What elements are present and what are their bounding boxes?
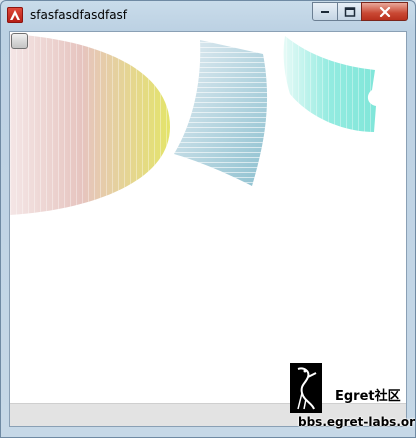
maximize-icon [344, 6, 355, 17]
window-title: sfasfasdfasdfasf [30, 8, 128, 22]
shape-middle [174, 40, 268, 186]
watermark-url: bbs.egret-labs.org [298, 415, 416, 429]
minimize-icon [321, 10, 329, 13]
shape-left [10, 34, 170, 215]
minimize-button[interactable] [312, 2, 338, 21]
maximize-button[interactable] [337, 2, 362, 21]
app-window: sfasfasdfasdfasf Egret社区 bbs.egret-labs.… [0, 0, 416, 438]
app-icon [7, 7, 23, 23]
title-bar[interactable]: sfasfasdfasdfasf [1, 1, 415, 31]
stage-button[interactable] [11, 33, 28, 49]
shape-right [283, 36, 376, 132]
egret-watermark: Egret社区 bbs.egret-labs.org [290, 363, 415, 435]
close-icon [379, 6, 390, 17]
close-button[interactable] [361, 2, 408, 21]
watermark-brand: Egret社区 [335, 389, 401, 404]
egret-bird-logo-icon [290, 363, 322, 413]
